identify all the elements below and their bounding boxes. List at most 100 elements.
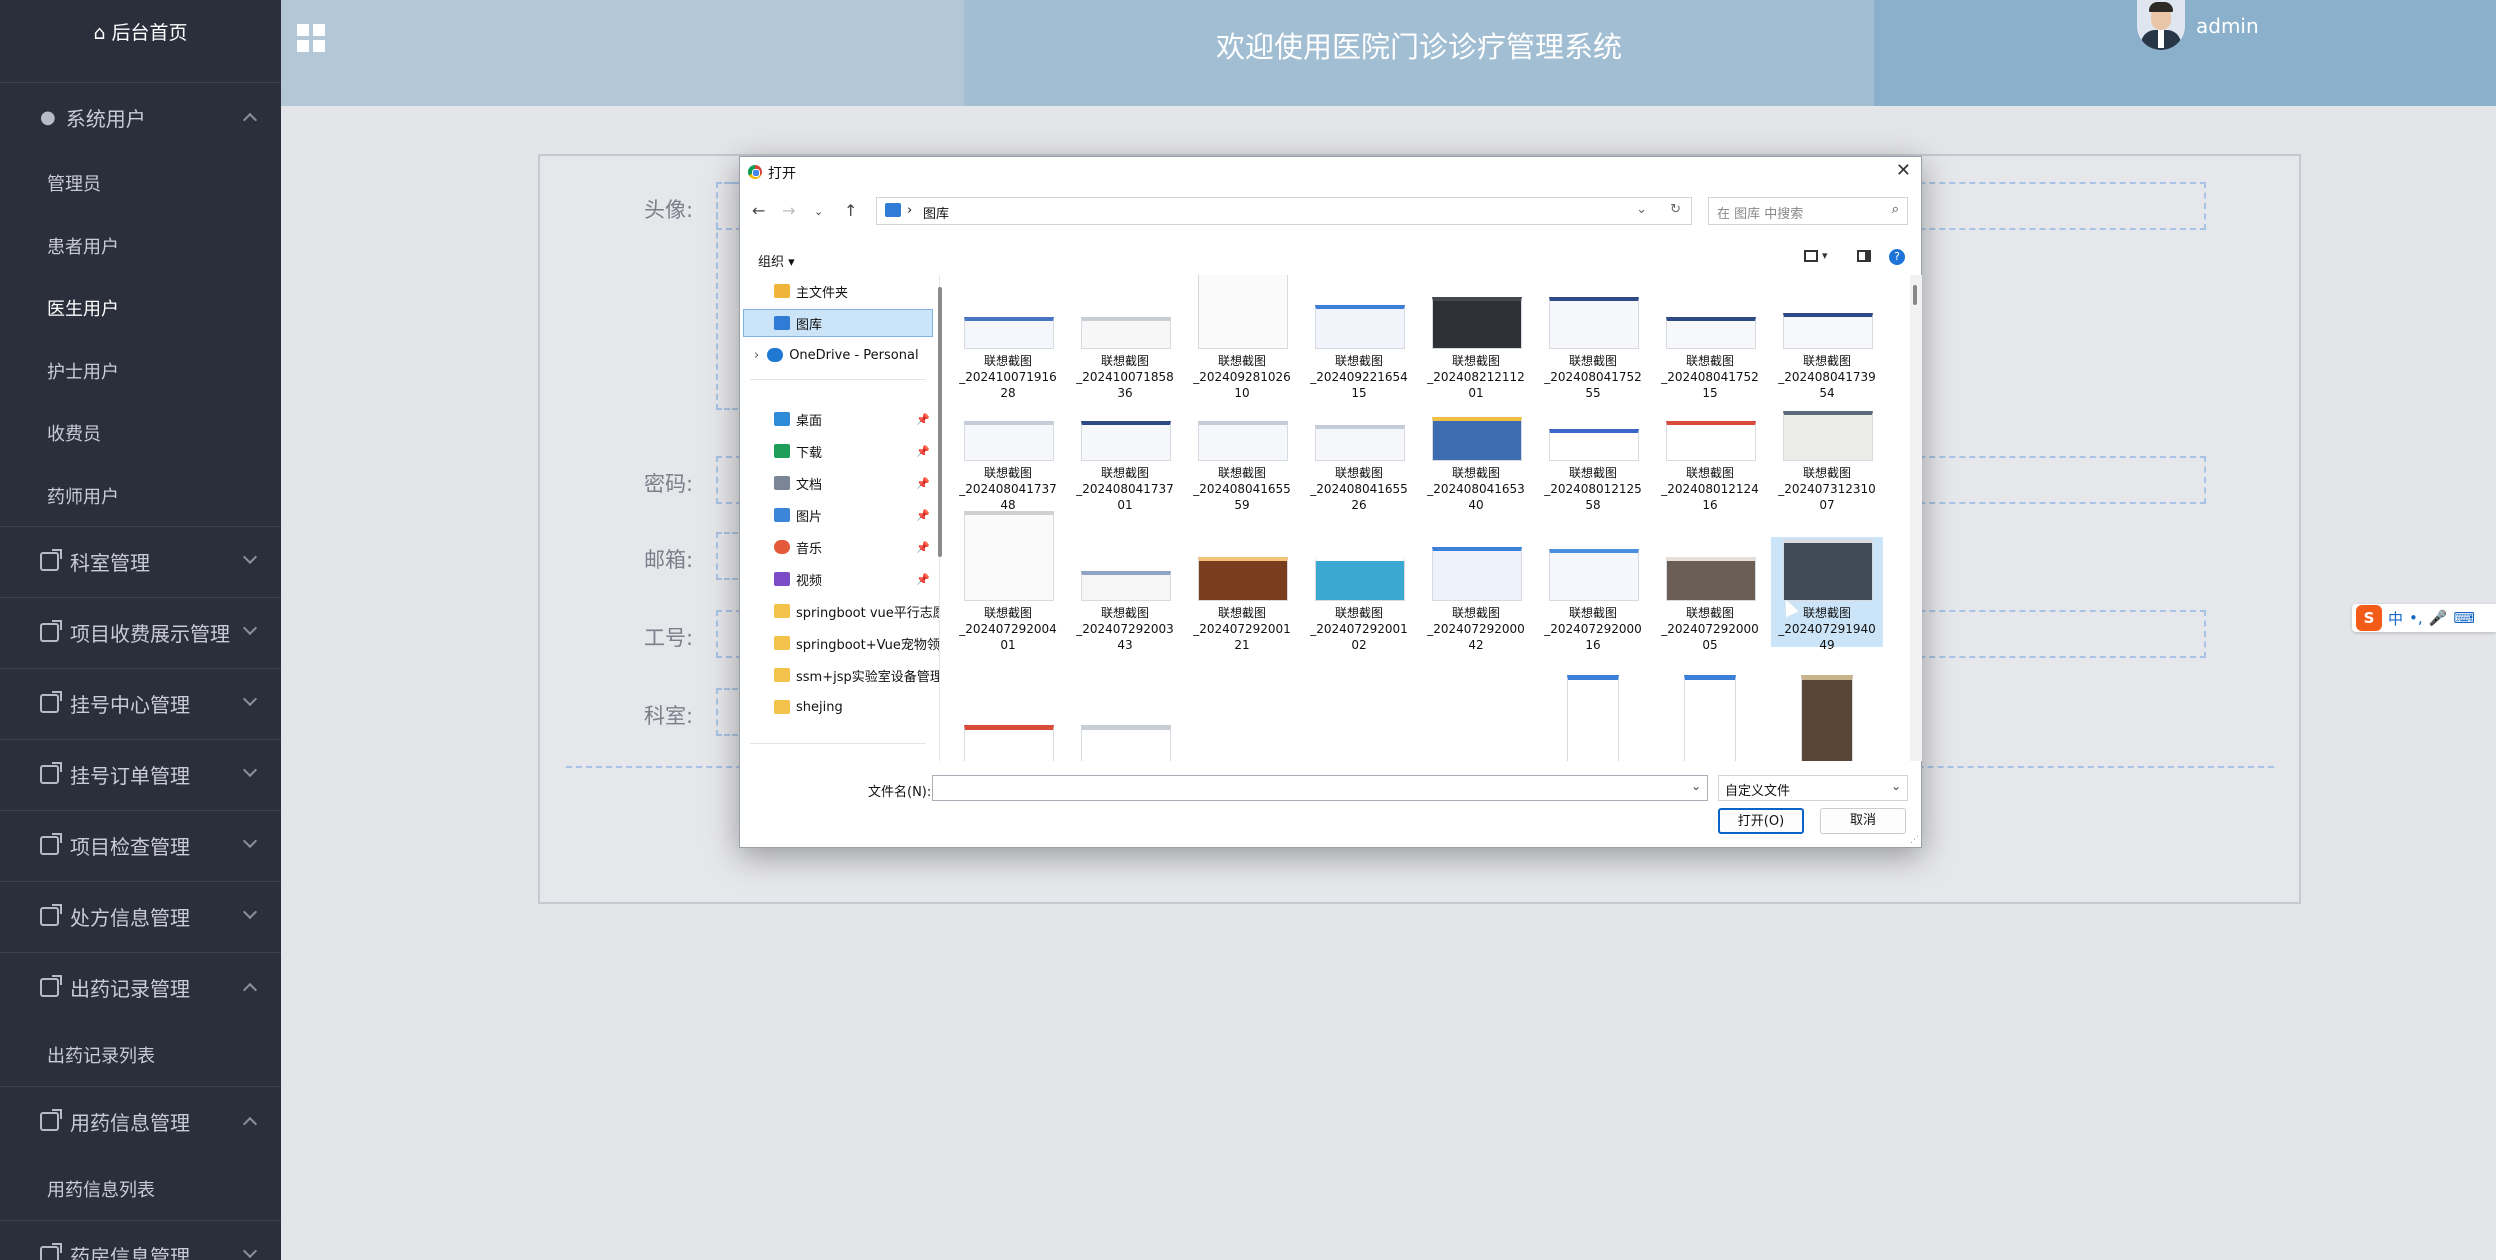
filetype-select[interactable]: 自定义文件 ⌄ xyxy=(1718,775,1908,801)
folder-icon xyxy=(774,604,790,618)
sidebar-group-prescription[interactable]: 处方信息管理 xyxy=(0,881,281,951)
chevron-up-icon xyxy=(242,1116,258,1132)
cancel-button[interactable]: 取消 xyxy=(1820,808,1906,834)
file-thumbnail[interactable]: 联想截图 _202408041752 55 xyxy=(1537,285,1649,400)
chevron-down-icon[interactable]: ▾ xyxy=(1822,249,1828,262)
tree-item-music[interactable]: 音乐 xyxy=(774,535,822,559)
sidebar-item-medication-list[interactable]: 用药信息列表 xyxy=(47,1176,155,1202)
microphone-icon[interactable]: 🎤 xyxy=(2429,609,2448,627)
file-thumbnail[interactable]: 联想截图 _202407292004 01 xyxy=(952,511,1064,652)
sidebar-group-system-users[interactable]: ● 系统用户 xyxy=(0,82,281,152)
resize-grip-icon[interactable]: ⋰ xyxy=(1910,835,1919,845)
filename-input[interactable]: ⌄ xyxy=(932,775,1708,801)
sidebar-group-pharmacy[interactable]: 药房信息管理 xyxy=(0,1220,281,1260)
tree-item-folder[interactable]: springboot+Vue宠物领养 xyxy=(774,631,939,655)
tree-item-folder[interactable]: springboot vue平行志愿 xyxy=(774,599,939,623)
file-thumbnail[interactable]: 联想截图 _202407312310 07 xyxy=(1771,397,1883,512)
file-thumbnail[interactable] xyxy=(1081,725,1171,761)
file-thumbnail[interactable]: 联想截图 _202407291940 49 xyxy=(1771,537,1883,652)
file-preview-image xyxy=(1549,429,1639,461)
help-icon[interactable]: ? xyxy=(1889,249,1905,265)
file-thumbnail[interactable]: 联想截图 _202408041752 15 xyxy=(1654,285,1766,400)
search-input[interactable]: 在 图库 中搜索 ⌕ xyxy=(1708,197,1908,225)
file-thumbnail[interactable]: 联想截图 _202408012124 16 xyxy=(1654,397,1766,512)
tree-item-documents[interactable]: 文档 xyxy=(774,471,822,495)
file-name: 联想截图 _202408041655 26 xyxy=(1310,466,1408,512)
file-thumbnail[interactable]: 联想截图 _202408041655 59 xyxy=(1186,397,1298,512)
sidebar-group-exam[interactable]: 项目检查管理 xyxy=(0,810,281,880)
refresh-icon[interactable]: ↻ xyxy=(1670,202,1681,217)
file-thumbnail[interactable] xyxy=(1567,675,1619,761)
sidebar-item-dispense-list[interactable]: 出药记录列表 xyxy=(47,1042,155,1068)
keyboard-icon[interactable]: ⌨ xyxy=(2453,609,2475,627)
file-thumbnail[interactable]: 联想截图 _202407292000 05 xyxy=(1654,537,1766,652)
file-thumbnail[interactable]: 联想截图 _202408041739 54 xyxy=(1771,285,1883,400)
tree-item-videos[interactable]: 视频 xyxy=(774,567,822,591)
sidebar-group-dept[interactable]: 科室管理 xyxy=(0,526,281,596)
sidebar-group-medication[interactable]: 用药信息管理 xyxy=(0,1086,281,1156)
chevron-down-icon[interactable]: ⌄ xyxy=(1636,202,1647,217)
sidebar-group-orders[interactable]: 挂号订单管理 xyxy=(0,739,281,809)
sidebar-group-registration[interactable]: 挂号中心管理 xyxy=(0,668,281,738)
back-icon[interactable]: ← xyxy=(752,201,765,220)
file-thumbnail[interactable]: 联想截图 _202407292001 21 xyxy=(1186,537,1298,652)
tree-item-desktop[interactable]: 桌面 xyxy=(774,407,822,431)
file-thumbnail[interactable]: 联想截图 _202408041737 48 xyxy=(952,397,1064,512)
sidebar-item-cashier[interactable]: 收费员 xyxy=(47,420,101,446)
organize-menu[interactable]: 组织 ▾ xyxy=(758,251,795,270)
tree-item-folder[interactable]: ssm+jsp实验室设备管理 xyxy=(774,663,939,687)
chevron-right-icon: › xyxy=(754,347,760,363)
file-thumbnail[interactable]: 联想截图 _202408212112 01 xyxy=(1420,285,1532,400)
username[interactable]: admin xyxy=(2196,14,2259,38)
tree-scrollbar[interactable] xyxy=(938,287,942,557)
file-thumbnail[interactable]: 联想截图 _202409281026 10 xyxy=(1186,275,1298,400)
file-thumbnail[interactable] xyxy=(1801,675,1853,761)
recent-dropdown-icon[interactable]: ⌄ xyxy=(814,205,823,218)
file-thumbnail[interactable]: 联想截图 _202408041737 01 xyxy=(1069,397,1181,512)
file-thumbnail[interactable]: 联想截图 _202408041653 40 xyxy=(1420,397,1532,512)
file-thumbnail[interactable]: 联想截图 _202407292003 43 xyxy=(1069,537,1181,652)
tree-item-home[interactable]: 主文件夹 xyxy=(774,279,848,303)
sidebar-group-label: 项目收费展示管理 xyxy=(70,622,230,646)
address-bar[interactable]: › 图库 ⌄ ↻ xyxy=(876,197,1692,225)
file-thumbnail[interactable]: 联想截图 _202410071858 36 xyxy=(1069,285,1181,400)
up-icon[interactable]: ↑ xyxy=(844,201,857,220)
menu-grid-icon[interactable] xyxy=(297,24,325,52)
ime-language[interactable]: 中 xyxy=(2388,608,2403,629)
sidebar-group-dispense[interactable]: 出药记录管理 xyxy=(0,952,281,1022)
file-thumbnail[interactable] xyxy=(964,725,1054,761)
sidebar-item-nurse[interactable]: 护士用户 xyxy=(47,358,119,384)
tree-item-gallery[interactable]: 图库 xyxy=(774,311,822,335)
sidebar-item-doctor[interactable]: 医生用户 xyxy=(47,295,119,321)
file-thumbnail[interactable]: 联想截图 _202409221654 15 xyxy=(1303,285,1415,400)
tree-item-pictures[interactable]: 图片 xyxy=(774,503,822,527)
view-icon[interactable] xyxy=(1804,250,1818,262)
punctuation-icon[interactable]: •, xyxy=(2409,609,2423,627)
ime-toolbar[interactable]: S 中 •, 🎤 ⌨ xyxy=(2352,604,2496,632)
file-thumbnail[interactable]: 联想截图 _202407292000 42 xyxy=(1420,537,1532,652)
tree-item-onedrive[interactable]: › OneDrive - Personal xyxy=(754,343,919,367)
file-thumbnail[interactable]: 联想截图 _202408012125 58 xyxy=(1537,397,1649,512)
sidebar-item-patient[interactable]: 患者用户 xyxy=(47,233,119,259)
file-name: 联想截图 _202408041739 54 xyxy=(1778,354,1876,400)
chevron-down-icon[interactable]: ⌄ xyxy=(1691,779,1701,793)
avatar[interactable] xyxy=(2137,0,2185,50)
file-preview-image xyxy=(1198,557,1288,601)
file-preview-image xyxy=(1081,317,1171,349)
open-button[interactable]: 打开(O) xyxy=(1718,808,1804,834)
sidebar-home[interactable]: ⌂ 后台首页 xyxy=(0,18,281,45)
file-thumbnail[interactable]: 联想截图 _202410071916 28 xyxy=(952,285,1064,400)
file-thumbnail[interactable]: 联想截图 _202408041655 26 xyxy=(1303,397,1415,512)
file-grid-scrollbar[interactable] xyxy=(1910,275,1922,761)
tree-item-folder[interactable]: shejing xyxy=(774,695,843,719)
tree-item-downloads[interactable]: 下载 xyxy=(774,439,822,463)
close-icon[interactable]: ✕ xyxy=(1896,160,1911,181)
preview-pane-icon[interactable] xyxy=(1857,250,1871,262)
sidebar-item-admin[interactable]: 管理员 xyxy=(47,170,101,196)
sidebar-group-fees[interactable]: 项目收费展示管理 xyxy=(0,597,281,667)
file-thumbnail[interactable]: 联想截图 _202407292001 02 xyxy=(1303,537,1415,652)
file-thumbnail[interactable]: 联想截图 _202407292000 16 xyxy=(1537,537,1649,652)
file-thumbnail[interactable] xyxy=(1684,675,1736,761)
sidebar-item-pharmacist[interactable]: 药师用户 xyxy=(47,483,119,509)
forward-icon[interactable]: → xyxy=(782,201,795,220)
